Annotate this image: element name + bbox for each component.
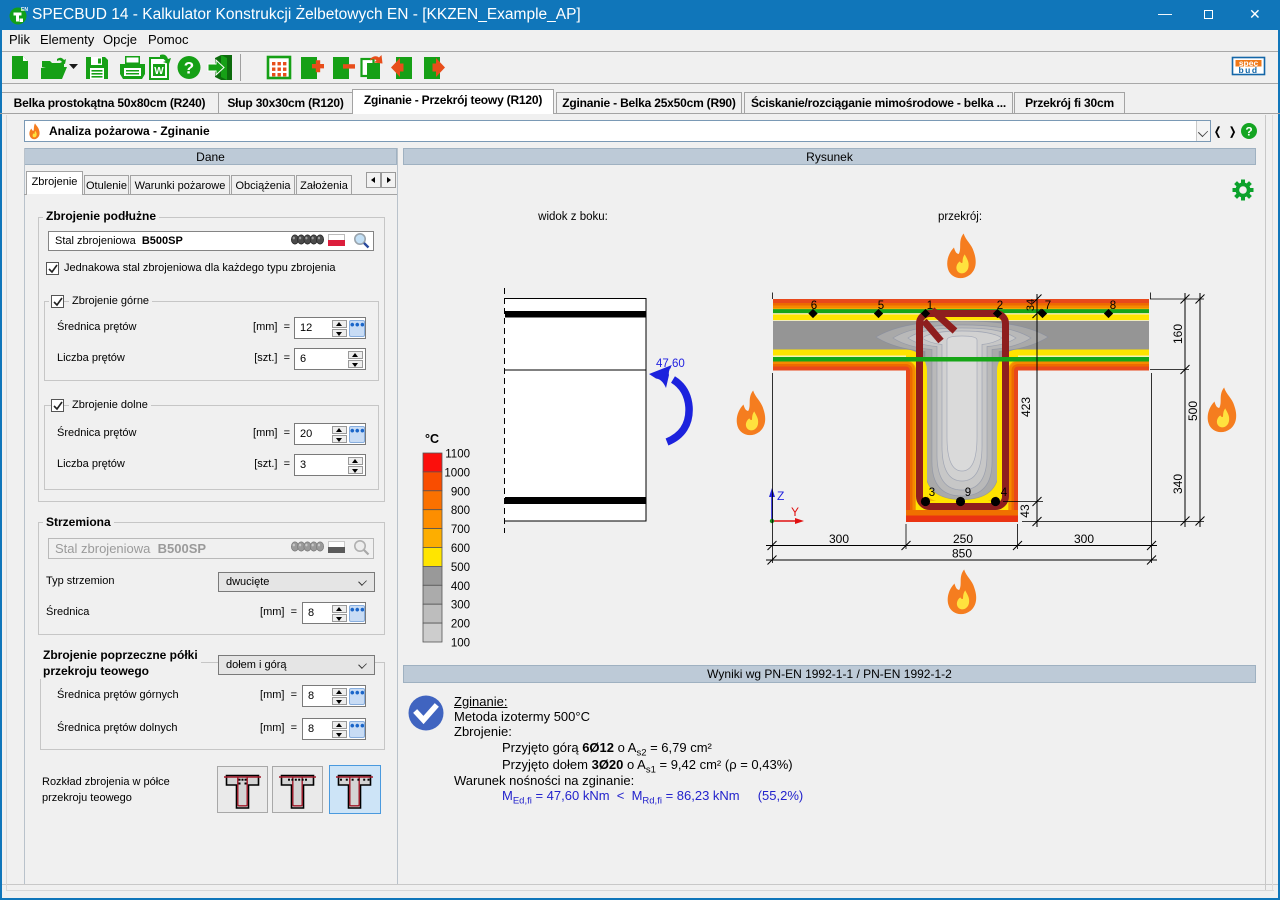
svg-text:100: 100 bbox=[451, 638, 470, 650]
svg-text:160: 160 bbox=[1171, 324, 1185, 344]
svg-text:1100: 1100 bbox=[445, 449, 470, 461]
svg-text:9: 9 bbox=[965, 487, 971, 499]
svg-text:?: ? bbox=[1245, 125, 1252, 139]
svg-text:przekrój:: przekrój: bbox=[938, 211, 982, 223]
svg-text:widok z boku:: widok z boku: bbox=[537, 211, 608, 223]
svg-text:200: 200 bbox=[451, 619, 470, 631]
svg-text:300: 300 bbox=[1074, 532, 1094, 546]
svg-text:EN: EN bbox=[21, 7, 28, 13]
svg-text:2: 2 bbox=[997, 300, 1003, 312]
svg-text:850: 850 bbox=[952, 547, 972, 561]
svg-text:47,60: 47,60 bbox=[656, 358, 685, 370]
svg-text:800: 800 bbox=[451, 505, 470, 517]
svg-text:Z: Z bbox=[777, 489, 784, 503]
svg-text:7: 7 bbox=[1045, 300, 1051, 312]
svg-text:?: ? bbox=[184, 59, 194, 78]
svg-text:W: W bbox=[154, 66, 164, 77]
svg-text:600: 600 bbox=[451, 543, 470, 555]
svg-text:300: 300 bbox=[829, 532, 849, 546]
svg-text:250: 250 bbox=[953, 532, 973, 546]
svg-text:bud: bud bbox=[1238, 65, 1258, 75]
svg-text:500: 500 bbox=[451, 562, 470, 574]
svg-text:8: 8 bbox=[1110, 300, 1116, 312]
svg-text:°C: °C bbox=[425, 432, 439, 446]
svg-text:700: 700 bbox=[451, 524, 470, 536]
svg-text:300: 300 bbox=[451, 600, 470, 612]
svg-text:400: 400 bbox=[451, 581, 470, 593]
svg-text:500: 500 bbox=[1186, 401, 1200, 421]
svg-text:5: 5 bbox=[878, 300, 884, 312]
svg-text:900: 900 bbox=[451, 486, 470, 498]
svg-text:3: 3 bbox=[929, 487, 935, 499]
svg-text:1000: 1000 bbox=[444, 467, 470, 479]
svg-text:34: 34 bbox=[1025, 299, 1037, 311]
svg-text:6: 6 bbox=[811, 300, 817, 312]
svg-text:340: 340 bbox=[1171, 474, 1185, 494]
svg-text:423: 423 bbox=[1019, 397, 1033, 417]
svg-text:4: 4 bbox=[1001, 487, 1008, 499]
svg-text:1: 1 bbox=[927, 300, 933, 312]
svg-text:Y: Y bbox=[791, 505, 799, 519]
svg-text:43: 43 bbox=[1018, 504, 1032, 518]
